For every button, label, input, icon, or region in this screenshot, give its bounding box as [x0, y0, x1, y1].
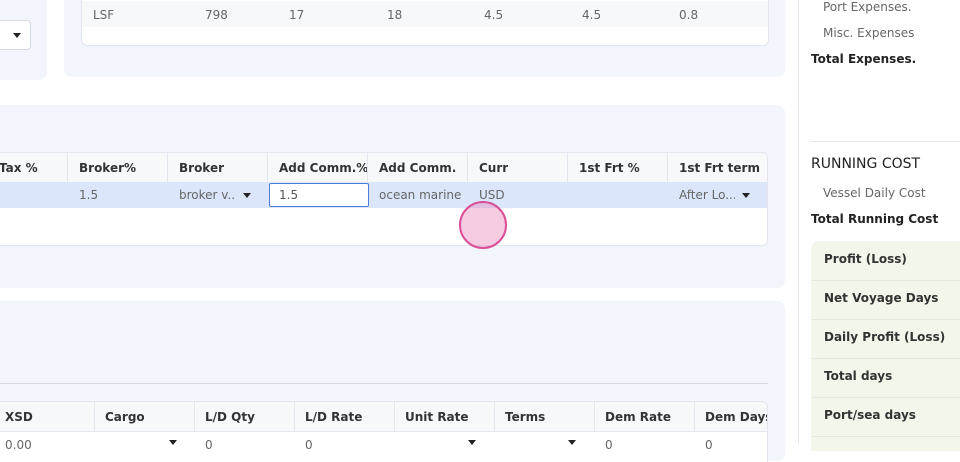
divider [811, 141, 960, 142]
click-indicator [459, 201, 507, 249]
col-dem-days: Dem Days [705, 410, 768, 424]
voyage-summary-sidebar: Port Expenses. Misc. Expenses Total Expe… [798, 0, 960, 451]
col-tax-pct: Tax % [0, 161, 38, 175]
fuel-cell: 17 [289, 8, 305, 22]
chevron-down-icon[interactable] [243, 193, 251, 198]
summary-row-total-days: Total days [811, 358, 960, 398]
cargo-table: XSD Cargo L/D Qty L/D Rate Unit Rate Ter… [0, 401, 768, 462]
fuel-type: LSF [93, 8, 115, 22]
misc-expenses-label: Misc. Expenses [823, 26, 915, 40]
commission-table: Tax % Broker% Broker Add Comm.% Add Comm… [0, 152, 768, 246]
col-curr: Curr [479, 161, 509, 175]
col-unit-rate: Unit Rate [405, 410, 469, 424]
summary-row-net-voyage-days: Net Voyage Days [811, 280, 960, 320]
fuel-cell: 4.5 [484, 8, 504, 22]
summary-row-daily-profit: Daily Profit (Loss) [811, 319, 960, 359]
add-comm-pct-input[interactable]: 1.5 [269, 183, 369, 207]
fuel-cell: 798 [205, 8, 228, 22]
summary-card: Profit (Loss) Net Voyage Days Daily Prof… [811, 241, 960, 451]
total-running-cost-label: Total Running Cost [811, 212, 939, 226]
col-dem-rate: Dem Rate [605, 410, 671, 424]
fuel-cell: 4.5 [582, 8, 602, 22]
curr-cell[interactable]: USD [479, 188, 505, 202]
add-comm-pct-value: 1.5 [279, 188, 299, 202]
add-comm-cell[interactable]: ocean marine [379, 188, 461, 202]
summary-row-profit: Profit (Loss) [811, 241, 960, 281]
vessel-daily-cost-label: Vessel Daily Cost [823, 186, 926, 200]
port-expenses-label: Port Expenses. [823, 0, 912, 14]
dem-rate-cell[interactable]: 0 [605, 438, 613, 452]
ld-qty-cell[interactable]: 0 [205, 438, 213, 452]
fuel-cell: 0.8 [679, 8, 699, 22]
col-cargo: Cargo [105, 410, 145, 424]
col-first-frt-pct: 1st Frt % [579, 161, 640, 175]
col-xsd: XSD [5, 410, 33, 424]
col-add-comm: Add Comm. [379, 161, 457, 175]
col-ld-rate: L/D Rate [305, 410, 363, 424]
first-frt-term-select[interactable]: After Lo... [679, 188, 735, 202]
total-expenses-label: Total Expenses. [811, 52, 917, 66]
dropdown-select[interactable] [0, 20, 31, 50]
col-add-comm-pct: Add Comm.% [279, 161, 369, 175]
fuel-table: LSF 798 17 18 4.5 4.5 0.8 [81, 0, 769, 46]
running-cost-title: RUNNING COST [811, 156, 921, 172]
col-terms: Terms [505, 410, 546, 424]
fuel-cell: 18 [387, 8, 403, 22]
ld-rate-cell[interactable]: 0 [305, 438, 313, 452]
col-first-frt-term: 1st Frt term [679, 161, 760, 175]
xsd-cell[interactable]: 0.00 [5, 438, 32, 452]
col-ld-qty: L/D Qty [205, 410, 255, 424]
col-broker-pct: Broker% [79, 161, 137, 175]
chevron-down-icon[interactable] [742, 193, 750, 198]
summary-row-port-sea-days: Port/sea days [811, 397, 960, 437]
col-broker: Broker [179, 161, 225, 175]
divider [0, 383, 768, 384]
chevron-down-icon [13, 33, 21, 38]
broker-pct-cell[interactable]: 1.5 [79, 188, 98, 202]
dem-days-cell[interactable]: 0 [705, 438, 713, 452]
table-row [82, 1, 768, 27]
broker-select[interactable]: broker v... [179, 188, 235, 202]
